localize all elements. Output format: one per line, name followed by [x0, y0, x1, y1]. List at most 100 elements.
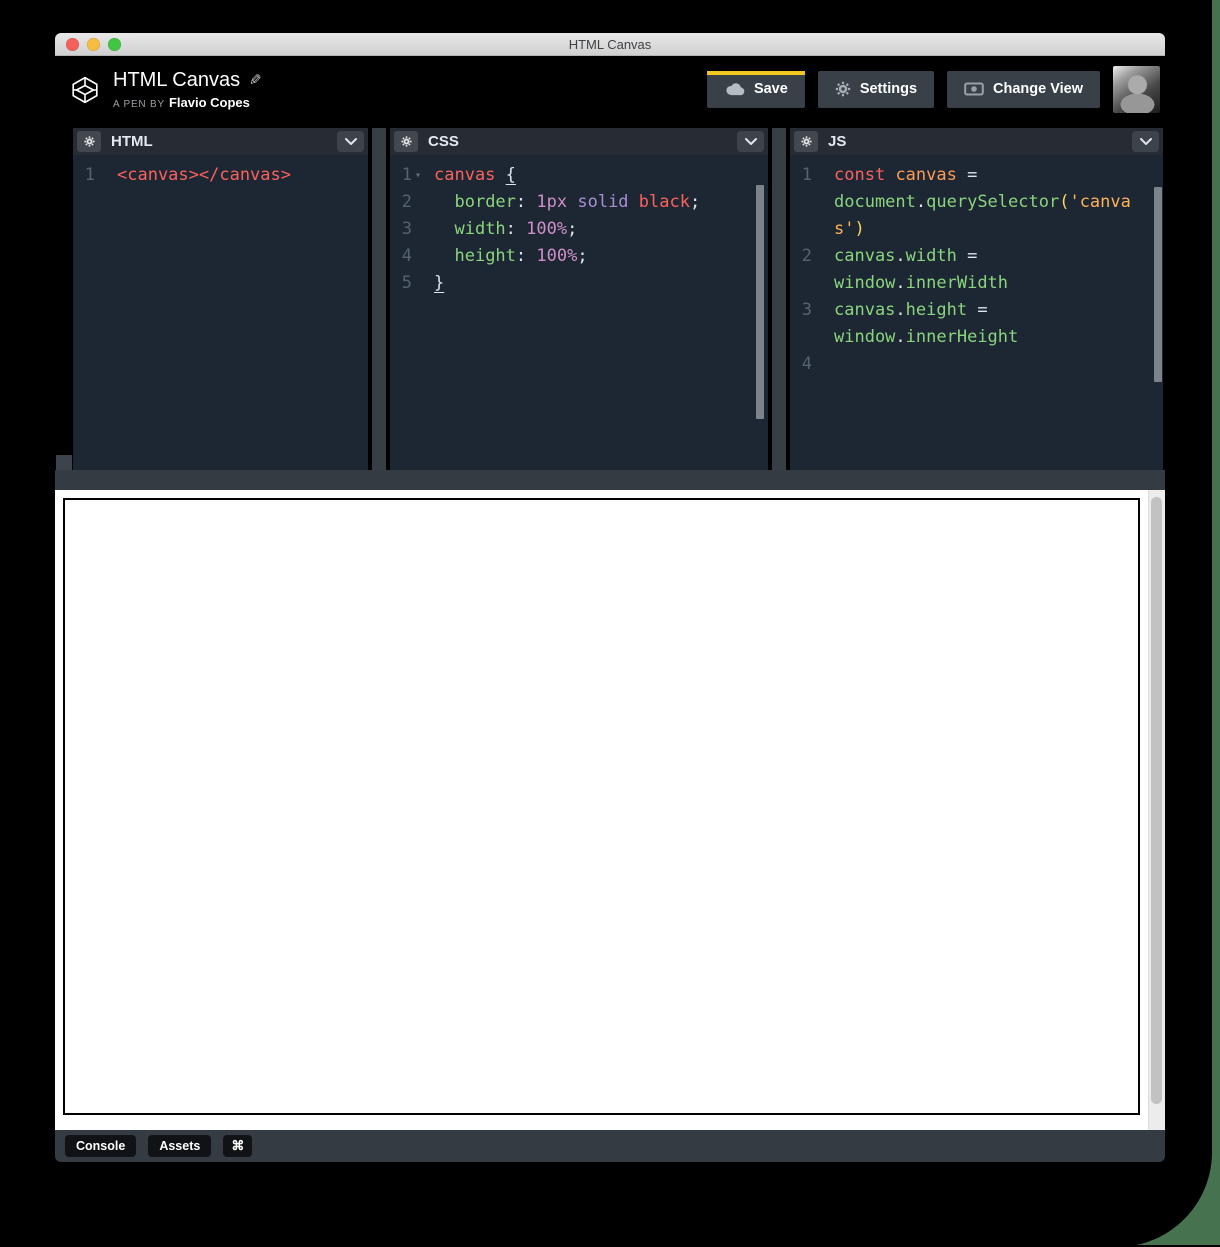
- author-name[interactable]: Flavio Copes: [169, 95, 250, 110]
- code-text: canvas.width =: [824, 243, 1163, 270]
- code-text: }: [424, 270, 768, 297]
- line-number: 4: [790, 351, 812, 378]
- code-line[interactable]: 1 const canvas =: [790, 162, 1163, 189]
- save-button[interactable]: Save: [707, 71, 805, 108]
- css-panel: CSS 1▾canvas {2 border: 1px solid black;…: [390, 128, 768, 470]
- chevron-down-icon: [745, 138, 757, 145]
- window-title: HTML Canvas: [55, 33, 1165, 56]
- code-line[interactable]: 2 canvas.width =: [790, 243, 1163, 270]
- code-text: const canvas =: [824, 162, 1163, 189]
- fold-spacer: [812, 270, 824, 297]
- js-panel-menu-button[interactable]: [1132, 131, 1159, 152]
- code-line[interactable]: document.querySelector('canva: [790, 189, 1163, 216]
- settings-button[interactable]: Settings: [818, 71, 934, 108]
- js-panel-gear-button[interactable]: [794, 131, 818, 152]
- css-panel-menu-button[interactable]: [737, 131, 764, 152]
- fold-spacer: [95, 162, 107, 189]
- change-view-button-label: Change View: [993, 81, 1083, 97]
- code-text: s'): [824, 216, 1163, 243]
- code-line[interactable]: s'): [790, 216, 1163, 243]
- js-editor-scrollbar[interactable]: [1154, 187, 1162, 382]
- editors-section: HTML 1<canvas></canvas>: [55, 122, 1165, 470]
- css-panel-header: CSS: [390, 128, 768, 155]
- code-text: document.querySelector('canva: [824, 189, 1163, 216]
- html-panel-header: HTML: [73, 128, 368, 155]
- fold-spacer: [412, 243, 424, 270]
- save-button-label: Save: [754, 81, 788, 97]
- fold-spacer: [812, 297, 824, 324]
- code-line[interactable]: 2 border: 1px solid black;: [390, 189, 768, 216]
- code-text: <canvas></canvas>: [107, 162, 368, 189]
- css-panel-title: CSS: [428, 133, 459, 150]
- gear-icon: [835, 81, 851, 97]
- html-panel-menu-button[interactable]: [337, 131, 364, 152]
- code-line[interactable]: 5}: [390, 270, 768, 297]
- code-line[interactable]: window.innerWidth: [790, 270, 1163, 297]
- css-editor-scrollbar[interactable]: [756, 185, 764, 419]
- code-text: canvas {: [424, 162, 768, 189]
- app-window: HTML Canvas HTML Canvas ✎ A PEN BYFlavio…: [55, 33, 1165, 1162]
- desktop-background: HTML Canvas HTML Canvas ✎ A PEN BYFlavio…: [0, 0, 1220, 1245]
- line-number: 3: [790, 297, 812, 324]
- line-number: 2: [790, 243, 812, 270]
- change-view-button[interactable]: Change View: [947, 71, 1100, 108]
- pen-title: HTML Canvas: [113, 69, 240, 92]
- preview-scrollbar[interactable]: [1148, 490, 1165, 1130]
- line-number: 5: [390, 270, 412, 297]
- editors-preview-resizer[interactable]: [55, 470, 1165, 490]
- html-code-editor[interactable]: 1<canvas></canvas>: [73, 155, 368, 470]
- code-text: canvas.height =: [824, 297, 1163, 324]
- css-panel-gear-button[interactable]: [394, 131, 418, 152]
- html-panel-gear-button[interactable]: [77, 131, 101, 152]
- gear-icon: [84, 136, 95, 147]
- css-js-resizer[interactable]: [772, 128, 786, 470]
- byline: A PEN BYFlavio Copes: [113, 95, 707, 110]
- line-number: 3: [390, 216, 412, 243]
- js-panel-title: JS: [828, 133, 846, 150]
- fold-spacer: [812, 189, 824, 216]
- console-button[interactable]: Console: [65, 1135, 136, 1157]
- fold-spacer: [412, 216, 424, 243]
- line-number: 2: [390, 189, 412, 216]
- code-line[interactable]: window.innerHeight: [790, 324, 1163, 351]
- code-line[interactable]: 1<canvas></canvas>: [73, 162, 368, 189]
- preview-scrollbar-thumb[interactable]: [1151, 497, 1162, 1104]
- gear-icon: [401, 136, 412, 147]
- footer-bar: Console Assets ⌘: [55, 1130, 1165, 1162]
- assets-button[interactable]: Assets: [148, 1135, 211, 1157]
- code-line[interactable]: 1▾canvas {: [390, 162, 768, 189]
- rendered-canvas-element[interactable]: [63, 498, 1140, 1115]
- line-number: 1: [390, 162, 412, 189]
- chevron-down-icon: [345, 138, 357, 145]
- code-line[interactable]: 3 width: 100%;: [390, 216, 768, 243]
- titlebar: HTML Canvas: [55, 33, 1165, 56]
- codepen-cube-icon[interactable]: [70, 74, 100, 106]
- fold-spacer: [812, 162, 824, 189]
- code-text: [824, 351, 1163, 378]
- code-text: window.innerWidth: [824, 270, 1163, 297]
- code-line[interactable]: 4: [790, 351, 1163, 378]
- avatar[interactable]: [1113, 66, 1160, 113]
- fold-arrow-icon[interactable]: ▾: [412, 162, 424, 189]
- keyboard-shortcuts-button[interactable]: ⌘: [223, 1135, 252, 1157]
- html-css-resizer[interactable]: [372, 128, 386, 470]
- fold-spacer: [812, 243, 824, 270]
- js-code-editor[interactable]: 1 const canvas =document.querySelector('c…: [790, 155, 1163, 470]
- line-number: 1: [790, 162, 812, 189]
- cloud-icon: [724, 82, 745, 96]
- code-line[interactable]: 4 height: 100%;: [390, 243, 768, 270]
- js-panel-header: JS: [790, 128, 1163, 155]
- css-code-editor[interactable]: 1▾canvas {2 border: 1px solid black;3 wi…: [390, 155, 768, 470]
- code-line[interactable]: 3 canvas.height =: [790, 297, 1163, 324]
- pencil-icon[interactable]: ✎: [249, 71, 262, 89]
- html-panel: HTML 1<canvas></canvas>: [73, 128, 368, 470]
- code-text: border: 1px solid black;: [424, 189, 768, 216]
- code-text: window.innerHeight: [824, 324, 1163, 351]
- settings-button-label: Settings: [860, 81, 917, 97]
- line-number: [790, 216, 812, 243]
- line-number: [790, 189, 812, 216]
- editor-corner-handle[interactable]: [56, 455, 72, 470]
- preview-pane: [55, 490, 1165, 1130]
- code-text: width: 100%;: [424, 216, 768, 243]
- pen-meta: HTML Canvas ✎ A PEN BYFlavio Copes: [113, 69, 707, 110]
